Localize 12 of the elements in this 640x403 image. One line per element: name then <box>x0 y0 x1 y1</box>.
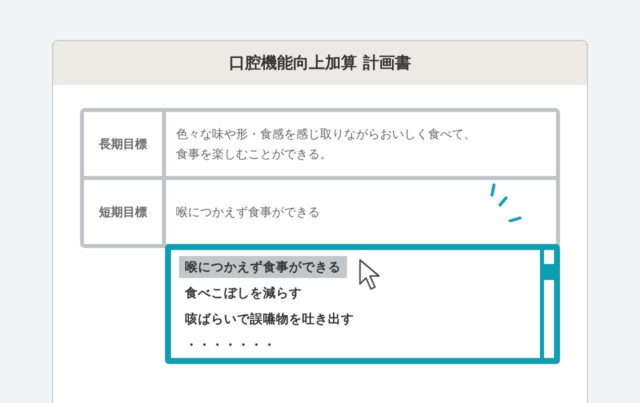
goal-text: 喉につかえず食事ができる <box>176 204 320 221</box>
dropdown-option[interactable]: 喉につかえず食事ができる <box>179 256 347 278</box>
cursor-arrow-icon <box>358 258 382 292</box>
dropdown-option[interactable]: 食べこぼしを減らす <box>179 282 308 304</box>
goal-text: 色々な味や形・食感を感じ取りながらおいしく食べて、 <box>176 126 476 143</box>
dropdown-option[interactable]: ・・・・・・・ <box>179 334 282 356</box>
goal-label: 短期目標 <box>84 180 162 244</box>
goal-label: 長期目標 <box>84 112 162 176</box>
dropdown-option[interactable]: 咳ばらいで誤嚥物を吐き出す <box>179 308 360 330</box>
goal-text: 食事を楽しむことができる。 <box>176 146 333 163</box>
scrollbar[interactable] <box>544 250 554 358</box>
document-title: 口腔機能向上加算 計画書 <box>53 41 587 85</box>
